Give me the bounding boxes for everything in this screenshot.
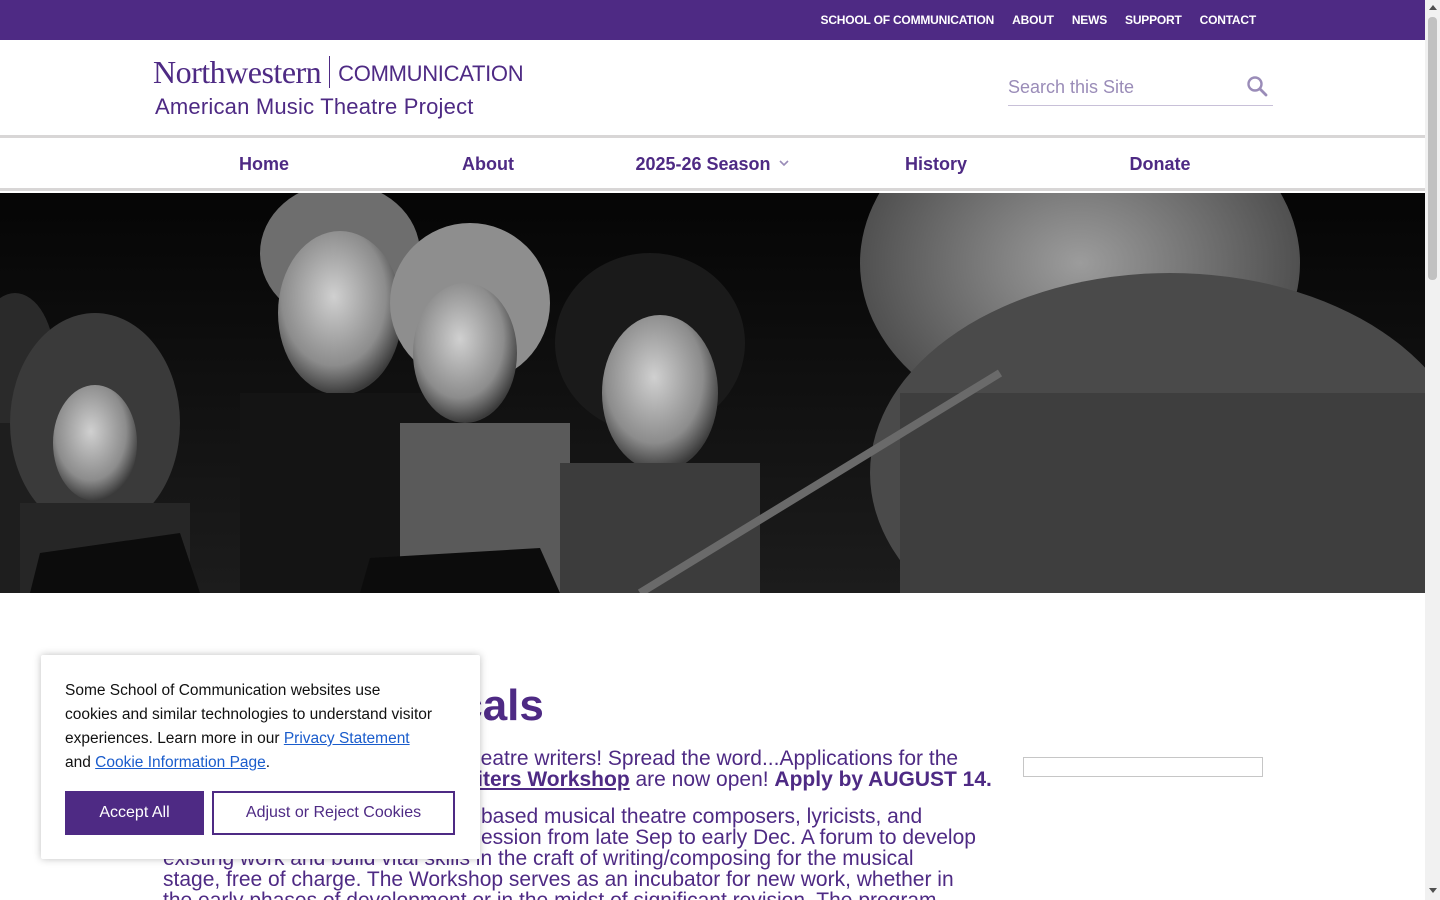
utility-link-news[interactable]: NEWS	[1072, 13, 1107, 27]
site-search	[1008, 70, 1273, 106]
chevron-down-icon	[778, 160, 789, 167]
logo-wordmark: Northwestern COMMUNICATION	[153, 54, 524, 90]
logo-communication: COMMUNICATION	[338, 61, 524, 86]
logo-northwestern: Northwestern	[153, 54, 322, 90]
intro-mid: are now open!	[629, 768, 775, 791]
nav-item-about[interactable]: About	[376, 141, 600, 188]
page-scrollbar[interactable]	[1425, 0, 1440, 900]
logo-divider	[329, 56, 331, 88]
cookie-text-and: and	[65, 754, 96, 771]
cookie-information-link[interactable]: Cookie Information Page	[95, 754, 266, 771]
nav-item-home[interactable]: Home	[152, 141, 376, 188]
nav-item-season[interactable]: 2025-26 Season	[600, 141, 824, 188]
hero-photo	[0, 193, 1425, 593]
site-name: American Music Theatre Project	[155, 94, 474, 119]
nav-item-label: Donate	[1129, 154, 1191, 174]
cookie-text-end: .	[265, 754, 271, 771]
privacy-statement-link[interactable]: Privacy Statement	[284, 730, 410, 747]
body-line4: stage, free of charge. The Workshop serv…	[163, 868, 954, 891]
site-header: Northwestern COMMUNICATION American Musi…	[0, 40, 1425, 138]
utility-link-contact[interactable]: CONTACT	[1200, 13, 1257, 27]
body-line1: based musical theatre composers, lyricis…	[481, 805, 923, 828]
utility-link-support[interactable]: SUPPORT	[1125, 13, 1182, 27]
cookie-message: Some School of Communication websites us…	[65, 679, 435, 775]
search-icon[interactable]	[1245, 74, 1269, 98]
utility-link-school[interactable]: SCHOOL OF COMMUNICATION	[821, 13, 995, 27]
accept-all-button[interactable]: Accept All	[65, 791, 204, 835]
search-input[interactable]	[1008, 70, 1238, 104]
nav-item-donate[interactable]: Donate	[1048, 141, 1272, 188]
writers-workshop-link[interactable]: riters Workshop	[469, 768, 630, 791]
main-nav: Home About 2025-26 Season History Donate	[0, 141, 1425, 191]
nav-item-label: History	[904, 154, 967, 174]
body-line5: the early phases of development or in th…	[163, 889, 937, 900]
adjust-cookies-button[interactable]: Adjust or Reject Cookies	[212, 791, 455, 835]
utility-bar: SCHOOL OF COMMUNICATION ABOUT NEWS SUPPO…	[0, 0, 1425, 40]
scroll-down-arrow-icon[interactable]	[1429, 888, 1437, 893]
cookie-banner: Some School of Communication websites us…	[41, 655, 480, 859]
intro-line1: heatre writers! Spread the word...Applic…	[469, 747, 959, 770]
site-logo[interactable]: Northwestern COMMUNICATION American Musi…	[153, 54, 524, 120]
sidebar-image-placeholder	[1023, 757, 1263, 777]
hero-image	[0, 193, 1425, 593]
body-line2: ession from late Sep to early Dec. A for…	[481, 826, 976, 849]
nav-item-label: 2025-26 Season	[635, 154, 771, 174]
apply-deadline: Apply by AUGUST 14.	[774, 768, 992, 791]
scrollbar-thumb[interactable]	[1428, 17, 1437, 280]
utility-nav: SCHOOL OF COMMUNICATION ABOUT NEWS SUPPO…	[821, 13, 1257, 27]
scroll-up-arrow-icon[interactable]	[1429, 5, 1437, 10]
nav-item-history[interactable]: History	[824, 141, 1048, 188]
utility-link-about[interactable]: ABOUT	[1012, 13, 1054, 27]
nav-item-label: Home	[238, 154, 289, 174]
nav-item-label: About	[462, 154, 514, 174]
